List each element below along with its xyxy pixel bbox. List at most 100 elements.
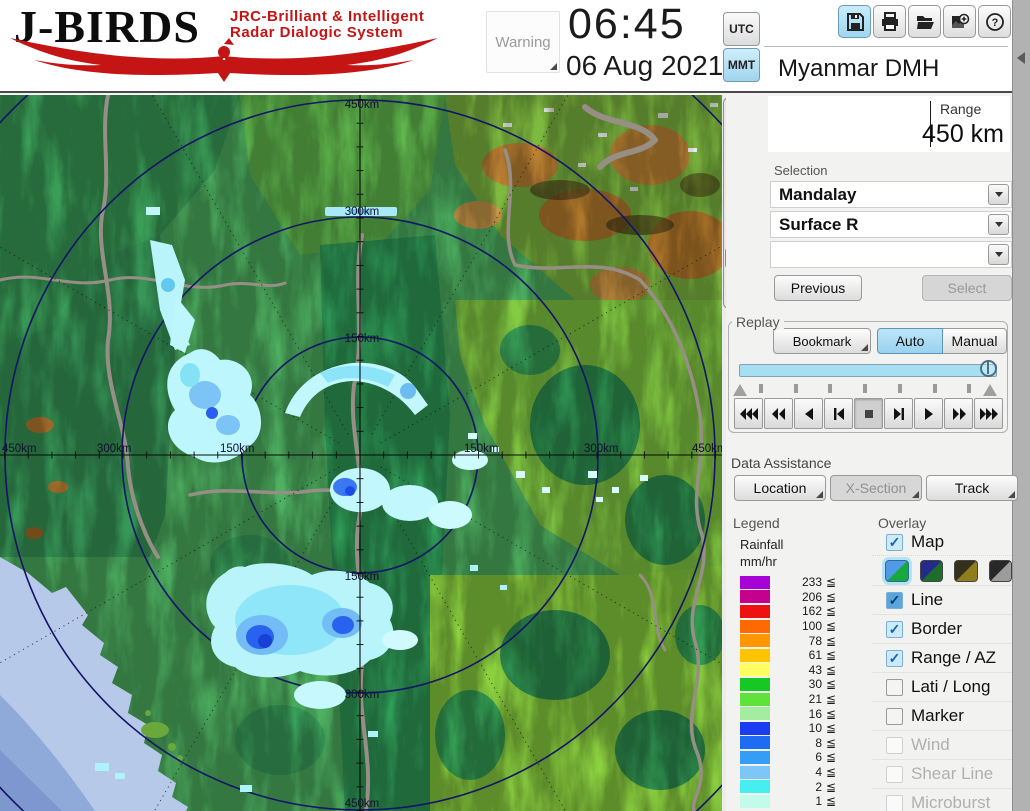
legend-row: 10 ≦	[740, 721, 836, 736]
map-style-swatches	[872, 555, 1012, 585]
track-label: Track	[955, 480, 989, 496]
stop-button[interactable]	[854, 398, 883, 429]
step-forward-button[interactable]	[884, 398, 913, 429]
fast-rewind-icon	[739, 404, 759, 424]
warning-button[interactable]: Warning	[486, 11, 560, 73]
jbirds-application: J-BIRDS JRC-Brilliant & Intelligent Rada…	[0, 0, 1030, 811]
product-dropdown[interactable]: Surface R	[770, 211, 1012, 238]
legend-lte-symbol: ≦	[826, 663, 836, 677]
extra-dropdown[interactable]	[770, 241, 1012, 268]
collapse-rail[interactable]	[1012, 0, 1030, 811]
help-button[interactable]: ?	[978, 5, 1011, 38]
legend-swatch	[740, 751, 770, 764]
overlay-item-microburst[interactable]: Microburst	[872, 788, 1012, 811]
select-button[interactable]: Select	[922, 275, 1012, 301]
legend-swatch	[740, 707, 770, 720]
overlay-item-range-az[interactable]: ✓Range / AZ	[872, 643, 1012, 672]
line-checkbox[interactable]: ✓	[886, 592, 903, 609]
previous-button[interactable]: Previous	[774, 275, 862, 301]
fast-forward-button[interactable]	[944, 398, 973, 429]
rewind-button[interactable]	[764, 398, 793, 429]
stop-icon	[859, 404, 879, 424]
legend-lte-symbol: ≦	[826, 634, 836, 648]
x-section-button[interactable]: X-Section	[830, 475, 922, 501]
replay-slider-handle[interactable]	[980, 360, 997, 377]
location-button[interactable]: Location	[734, 475, 826, 501]
map-style-swatch-4[interactable]	[989, 560, 1013, 582]
add-image-button[interactable]	[943, 5, 976, 38]
fast-forward-icon	[949, 404, 969, 424]
fast-rewind-button[interactable]	[734, 398, 763, 429]
slider-tick	[863, 384, 867, 393]
header-separator	[764, 46, 1008, 47]
legend-value: 78	[782, 634, 822, 648]
wind-checkbox[interactable]	[886, 737, 903, 754]
location-label: Location	[754, 480, 807, 496]
map-checkbox[interactable]: ✓	[886, 534, 903, 551]
radar-map[interactable]: 450km300km150km150km300km450km450km300km…	[0, 95, 722, 811]
range-label: 150km	[220, 443, 255, 455]
warning-label: Warning	[495, 34, 550, 51]
print-button[interactable]	[873, 5, 906, 38]
play-backward-button[interactable]	[794, 398, 823, 429]
overlay-item-map[interactable]: ✓Map	[872, 529, 1012, 555]
map-style-swatch-3[interactable]	[954, 560, 978, 582]
data-assistance-label: Data Assistance	[731, 455, 831, 471]
replay-auto-button[interactable]: Auto	[877, 328, 943, 354]
track-button[interactable]: Track	[926, 475, 1018, 501]
play-forward-button[interactable]	[914, 398, 943, 429]
slider-end-marker[interactable]	[983, 384, 997, 396]
overlay-item-wind[interactable]: Wind	[872, 730, 1012, 759]
slider-tick	[933, 384, 937, 393]
site-dropdown-button[interactable]	[988, 184, 1009, 205]
legend-lte-symbol: ≦	[826, 794, 836, 808]
legend-value: 2	[782, 780, 822, 794]
slider-start-marker[interactable]	[733, 384, 747, 396]
replay-label: Replay	[732, 314, 784, 330]
play-backward-icon	[799, 404, 819, 424]
extra-dropdown-button[interactable]	[988, 244, 1009, 265]
range-az-checkbox[interactable]: ✓	[886, 650, 903, 667]
overlay-item-lati-long[interactable]: Lati / Long	[872, 672, 1012, 701]
corner-triangle-icon	[550, 63, 557, 70]
overlay-item-border[interactable]: ✓Border	[872, 614, 1012, 643]
range-label: 300km	[97, 443, 132, 455]
overlay-item-line[interactable]: ✓Line	[872, 585, 1012, 614]
overlay-item-shear-line[interactable]: Shear Line	[872, 759, 1012, 788]
legend-value: 21	[782, 692, 822, 706]
legend-row: 100 ≦	[740, 619, 836, 634]
range-label: 450km	[692, 443, 722, 455]
microburst-checkbox[interactable]	[886, 795, 903, 811]
slider-tick	[759, 384, 763, 393]
timezone-mmt-button[interactable]: MMT	[723, 48, 760, 82]
control-panel: Range 450 km Selection Mandalay Surface …	[726, 95, 1012, 811]
legend-lte-symbol: ≦	[826, 575, 836, 589]
shear-line-checkbox[interactable]	[886, 766, 903, 783]
legend-row: 16 ≦	[740, 706, 836, 721]
map-style-swatch-2[interactable]	[920, 560, 944, 582]
marker-checkbox[interactable]	[886, 708, 903, 725]
save-icon	[845, 12, 865, 32]
clock-time: 06:45	[568, 0, 686, 49]
bookmark-button[interactable]: Bookmark	[773, 328, 871, 354]
save-button[interactable]	[838, 5, 871, 38]
legend-row: 233 ≦	[740, 575, 836, 590]
overlay-item-marker[interactable]: Marker	[872, 701, 1012, 730]
product-dropdown-button[interactable]	[988, 214, 1009, 235]
step-backward-button[interactable]	[824, 398, 853, 429]
timezone-utc-button[interactable]: UTC	[723, 12, 760, 46]
border-checkbox[interactable]: ✓	[886, 621, 903, 638]
fastest-forward-button[interactable]	[974, 398, 1003, 429]
legend-lte-symbol: ≦	[826, 590, 836, 604]
corner-triangle-icon	[1008, 491, 1015, 498]
replay-slider-track[interactable]	[739, 364, 997, 377]
site-dropdown[interactable]: Mandalay	[770, 181, 1012, 208]
overlay-item-label: Microburst	[911, 793, 990, 811]
map-style-swatch-1[interactable]	[885, 560, 909, 582]
legend-value: 43	[782, 663, 822, 677]
lati-long-checkbox[interactable]	[886, 679, 903, 696]
legend-lte-symbol: ≦	[826, 765, 836, 779]
corner-triangle-icon	[816, 491, 823, 498]
open-folder-button[interactable]	[908, 5, 941, 38]
replay-manual-button[interactable]: Manual	[943, 328, 1007, 354]
